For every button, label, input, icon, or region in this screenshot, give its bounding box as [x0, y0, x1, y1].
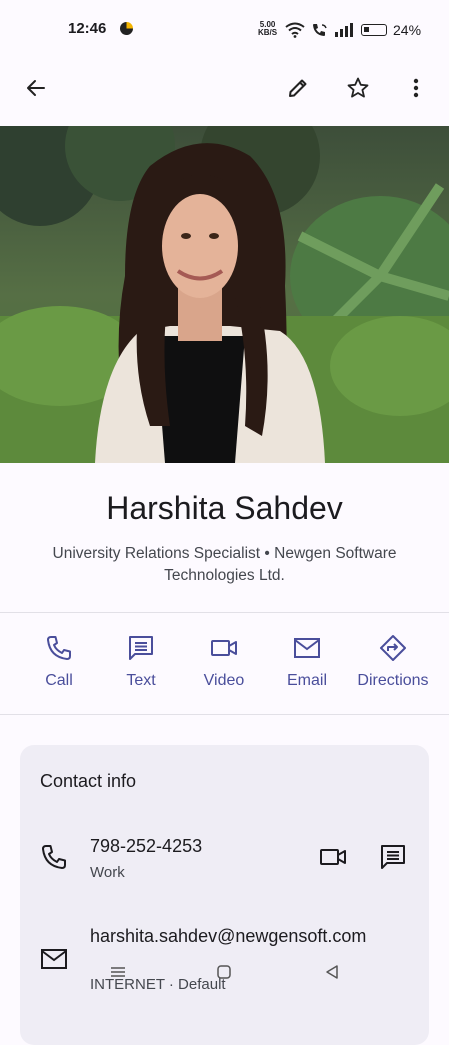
directions-action[interactable]: Directions: [343, 630, 443, 690]
system-nav-bar: [0, 960, 449, 999]
video-icon: [320, 849, 346, 865]
status-bar: 12:46 5.00 KB/S 24%: [0, 0, 449, 60]
star-icon: [347, 77, 369, 98]
contact-info-card: Contact info 798-252-4253 Work harshita.…: [20, 745, 429, 1045]
phone-type: Work: [90, 864, 125, 881]
back-nav-button[interactable]: [318, 962, 346, 982]
notification-pie-icon: [120, 22, 133, 35]
phone-row-icon: [40, 843, 68, 876]
directions-label: Directions: [357, 672, 429, 689]
text-label: Text: [126, 672, 156, 689]
call-action[interactable]: Call: [14, 630, 104, 690]
mail-icon: [294, 638, 320, 658]
message-icon: [381, 845, 405, 869]
phone-icon: [42, 845, 66, 869]
network-speed: 5.00 KB/S: [258, 21, 277, 37]
battery-percent: 24%: [393, 22, 422, 38]
video-label: Video: [203, 672, 245, 689]
contact-subtitle: University Relations Specialist • Newgen…: [52, 545, 397, 584]
home-button[interactable]: [210, 962, 238, 982]
more-vert-icon: [413, 78, 419, 98]
pencil-icon: [289, 79, 307, 97]
divider-bottom: [0, 714, 449, 715]
contact-info-title: Contact info: [40, 771, 137, 791]
quick-actions: Call Text Video Email Directions: [0, 630, 449, 700]
phone-icon: [47, 636, 71, 660]
favorite-button[interactable]: [340, 70, 376, 106]
message-icon: [129, 636, 153, 660]
arrow-left-icon: [27, 80, 45, 96]
square-icon: [217, 965, 231, 979]
email-address[interactable]: harshita.sahdev@newgensoft.com: [90, 924, 370, 948]
back-button[interactable]: [18, 70, 54, 106]
video-icon: [211, 640, 237, 656]
email-label: Email: [286, 672, 327, 689]
signal-icon: [335, 23, 353, 37]
menu-lines-icon: [111, 967, 125, 977]
battery-icon: [361, 24, 387, 36]
video-action[interactable]: Video: [179, 630, 269, 690]
network-speed-unit: KB/S: [258, 28, 278, 37]
directions-icon: [380, 635, 406, 661]
status-time: 12:46: [68, 20, 107, 37]
edit-button[interactable]: [280, 70, 316, 106]
wifi-icon: [285, 22, 305, 38]
text-action[interactable]: Text: [96, 630, 186, 690]
recents-button[interactable]: [104, 962, 132, 982]
wifi-calling-icon: [313, 24, 327, 36]
contact-photo: [0, 126, 449, 463]
phone-video-call-button[interactable]: [316, 843, 350, 871]
phone-message-button[interactable]: [376, 843, 410, 871]
triangle-back-icon: [326, 965, 338, 979]
divider-top: [0, 612, 449, 613]
more-options-button[interactable]: [398, 70, 434, 106]
app-bar: [0, 60, 449, 116]
email-action[interactable]: Email: [262, 630, 352, 690]
call-label: Call: [45, 672, 73, 689]
phone-number[interactable]: 798-252-4253: [90, 836, 202, 857]
contact-name: Harshita Sahdev: [106, 490, 343, 526]
